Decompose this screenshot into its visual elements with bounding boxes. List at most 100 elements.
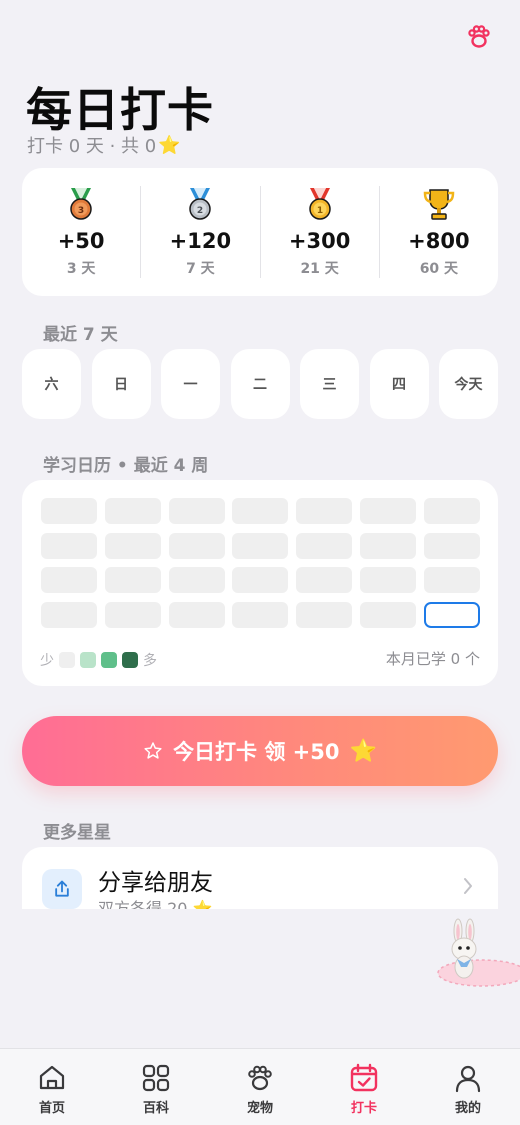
calendar-cell [104,567,161,593]
share-subtitle: 双方各得 20 ⭐ [98,895,212,909]
tab-checkin[interactable]: 打卡 [312,1049,416,1125]
calendar-cell [359,498,416,524]
more-stars-label: 更多星星 [43,823,111,843]
legend-less: 少 [40,653,54,669]
calendar-legend: 少 多 [40,650,157,670]
study-calendar-card: 少 多 本月已学 0 个 [22,480,498,686]
calendar-cell [41,498,97,524]
calendar-cell [232,601,289,628]
star-icon: ⭐ [192,899,213,909]
reward-points: +800 [408,229,470,253]
calendar-cell [41,601,97,628]
reward-days: 3 天 [66,261,96,277]
gold-medal-icon: 1 [308,188,331,220]
reward-days: 60 天 [419,261,459,277]
calendar-cell [296,498,353,524]
svg-text:2: 2 [197,206,203,216]
tab-label: 首页 [38,1101,65,1116]
calendar-cell [423,532,480,559]
bronze-medal-icon: 3 [70,188,92,220]
day-chip: 一 [161,349,220,419]
home-icon [39,1065,65,1090]
grid-icon [142,1064,170,1092]
share-to-friends-item[interactable]: 分享给朋友 双方各得 20 ⭐ [22,847,498,909]
page-title: 每日打卡 [26,83,214,137]
calendar-check-icon [350,1063,378,1092]
calendar-cell [232,498,289,524]
reward-item: 2 +120 7 天 [140,186,259,278]
calendar-cell [104,601,161,628]
bottom-tab-bar: 首页 百科 宠物 打卡 我的 [0,1048,520,1125]
calendar-cell [232,567,289,593]
legend-swatch [59,652,75,668]
trophy-icon [423,189,455,220]
reward-points: +120 [169,229,232,253]
calendar-cell [41,532,97,559]
svg-text:1: 1 [316,206,322,216]
calendar-cell [168,601,225,628]
calendar-cell [232,532,289,559]
calendar-cell-today [423,601,480,628]
calendar-cell [296,567,353,593]
calendar-cell [359,567,416,593]
calendar-cell [104,498,161,524]
paw-icon[interactable] [466,24,492,50]
reward-days: 21 天 [300,261,339,277]
recent-days-row: 六 日 一 二 三 四 今天 [22,349,498,419]
day-chip: 日 [91,349,151,419]
star-icon: ⭐ [349,738,377,764]
day-chip: 三 [300,349,359,419]
checkin-button[interactable]: 今日打卡 领 +50 ⭐ [22,716,498,786]
calendar-cell [168,567,225,593]
summary-text: 打卡 0 天 · 共 0 [27,136,157,157]
tab-pet[interactable]: 宠物 [208,1049,312,1125]
calendar-cell [168,532,225,559]
tab-label: 打卡 [350,1101,377,1116]
day-chip: 六 [22,349,81,419]
reward-item: 1 +300 21 天 [259,186,379,278]
calendar-label: 学习日历 • 最近 4 周 [43,456,209,476]
calendar-cell [296,532,353,559]
tab-label: 我的 [454,1101,481,1116]
legend-more: 多 [143,653,157,669]
calendar-cell [423,567,480,593]
milestone-rewards-card: 3 +50 3 天 2 +120 7 天 1 +300 21 天 +800 60… [22,168,498,296]
calendar-cell [359,601,416,628]
calendar-cell [423,498,480,524]
silver-medal-icon: 2 [189,188,212,220]
tab-label: 百科 [142,1101,169,1116]
paw-icon [248,1065,272,1091]
day-chip: 四 [369,349,429,419]
tab-encyclopedia[interactable]: 百科 [104,1049,208,1125]
pet-bunny-avatar[interactable] [420,915,520,995]
reward-days: 7 天 [186,261,215,277]
svg-text:3: 3 [78,206,84,216]
calendar-cell [41,567,97,593]
reward-item: +800 60 天 [378,186,498,278]
reward-item: 3 +50 3 天 [22,186,140,278]
month-count: 本月已学 0 个 [385,650,480,668]
tab-home[interactable]: 首页 [0,1049,104,1125]
day-chip: 二 [230,349,290,419]
legend-swatch [101,652,117,668]
legend-swatch [80,652,96,668]
tab-label: 宠物 [246,1101,273,1116]
share-title: 分享给朋友 [98,870,213,896]
recent-days-label: 最近 7 天 [43,325,118,345]
reward-points: +300 [288,229,351,253]
calendar-cell [296,601,353,628]
calendar-cell [168,498,225,524]
share-subtitle-text: 双方各得 20 [98,899,188,909]
star-outline-icon [144,742,162,759]
chevron-right-icon [464,878,472,894]
calendar-cell [359,532,416,559]
checkin-button-label: 今日打卡 领 +50 [173,740,340,764]
tab-profile[interactable]: 我的 [416,1049,520,1125]
reward-points: +50 [57,229,105,253]
profile-icon [455,1065,481,1093]
checkin-summary: 打卡 0 天 · 共 0 ⭐ [27,132,181,158]
star-icon: ⭐ [158,134,181,156]
day-chip-today: 今天 [439,349,498,419]
calendar-grid [41,498,480,628]
share-icon [42,869,82,909]
